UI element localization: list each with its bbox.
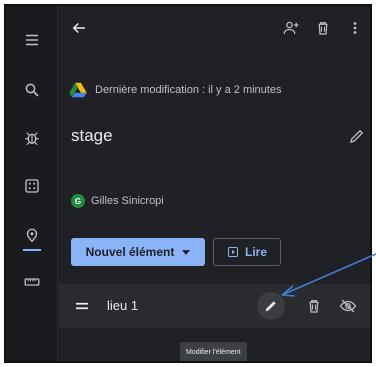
more-options-button[interactable] [345,18,365,38]
keyboard-icon [24,278,40,286]
top-bar [59,6,370,48]
owner-name: Gilles Sinicropi [91,195,164,207]
menu-icon [26,34,38,46]
owner: G Gilles Sinicropi [71,194,164,208]
drive-logo-icon [69,82,87,98]
delete-item-button[interactable] [305,297,323,315]
form-title: stage [71,126,113,145]
pencil-icon [350,129,364,143]
back-arrow-icon [72,22,85,34]
edit-tooltip: Modifier l'élément [180,342,247,361]
last-modified-text: Dernière modification : il y a 2 minutes [95,84,282,96]
app-window: Dernière modification : il y a 2 minutes… [4,4,372,363]
edit-item-button[interactable] [257,292,285,320]
active-indicator [23,249,41,251]
new-element-button[interactable]: Nouvel élément [71,238,205,266]
owner-avatar: G [71,194,85,208]
more-vert-icon [353,22,357,34]
location-button[interactable] [6,216,58,256]
add-person-icon [283,21,299,35]
pencil-icon [265,301,276,312]
trash-icon [318,22,328,35]
back-button[interactable] [69,18,89,38]
share-button[interactable] [281,18,301,38]
search-button[interactable] [6,70,58,110]
dropdown-caret-icon [182,249,191,255]
read-button[interactable]: Lire [213,238,281,266]
item-label: lieu 1 [107,298,139,313]
drag-handle[interactable] [73,297,91,315]
list-item[interactable]: lieu 1 [59,284,370,328]
side-rail [6,6,58,361]
search-icon [25,83,39,97]
delete-form-button[interactable] [313,18,333,38]
drag-handle-icon [76,302,88,310]
trash-icon [309,300,319,313]
read-label: Lire [244,245,267,259]
visibility-off-icon [339,299,357,313]
main-panel: Dernière modification : il y a 2 minutes… [59,6,370,361]
edit-title-button[interactable] [347,126,367,146]
menu-button[interactable] [6,20,58,60]
debug-button[interactable] [6,118,58,158]
bug-icon [25,132,39,146]
random-button[interactable] [6,166,58,206]
dice-icon [25,179,39,193]
keyboard-button[interactable] [6,262,58,302]
last-modified: Dernière modification : il y a 2 minutes [69,82,281,98]
new-element-label: Nouvel élément [85,245,175,259]
location-icon [26,228,38,243]
play-box-icon [227,247,238,257]
hide-item-button[interactable] [339,297,357,315]
